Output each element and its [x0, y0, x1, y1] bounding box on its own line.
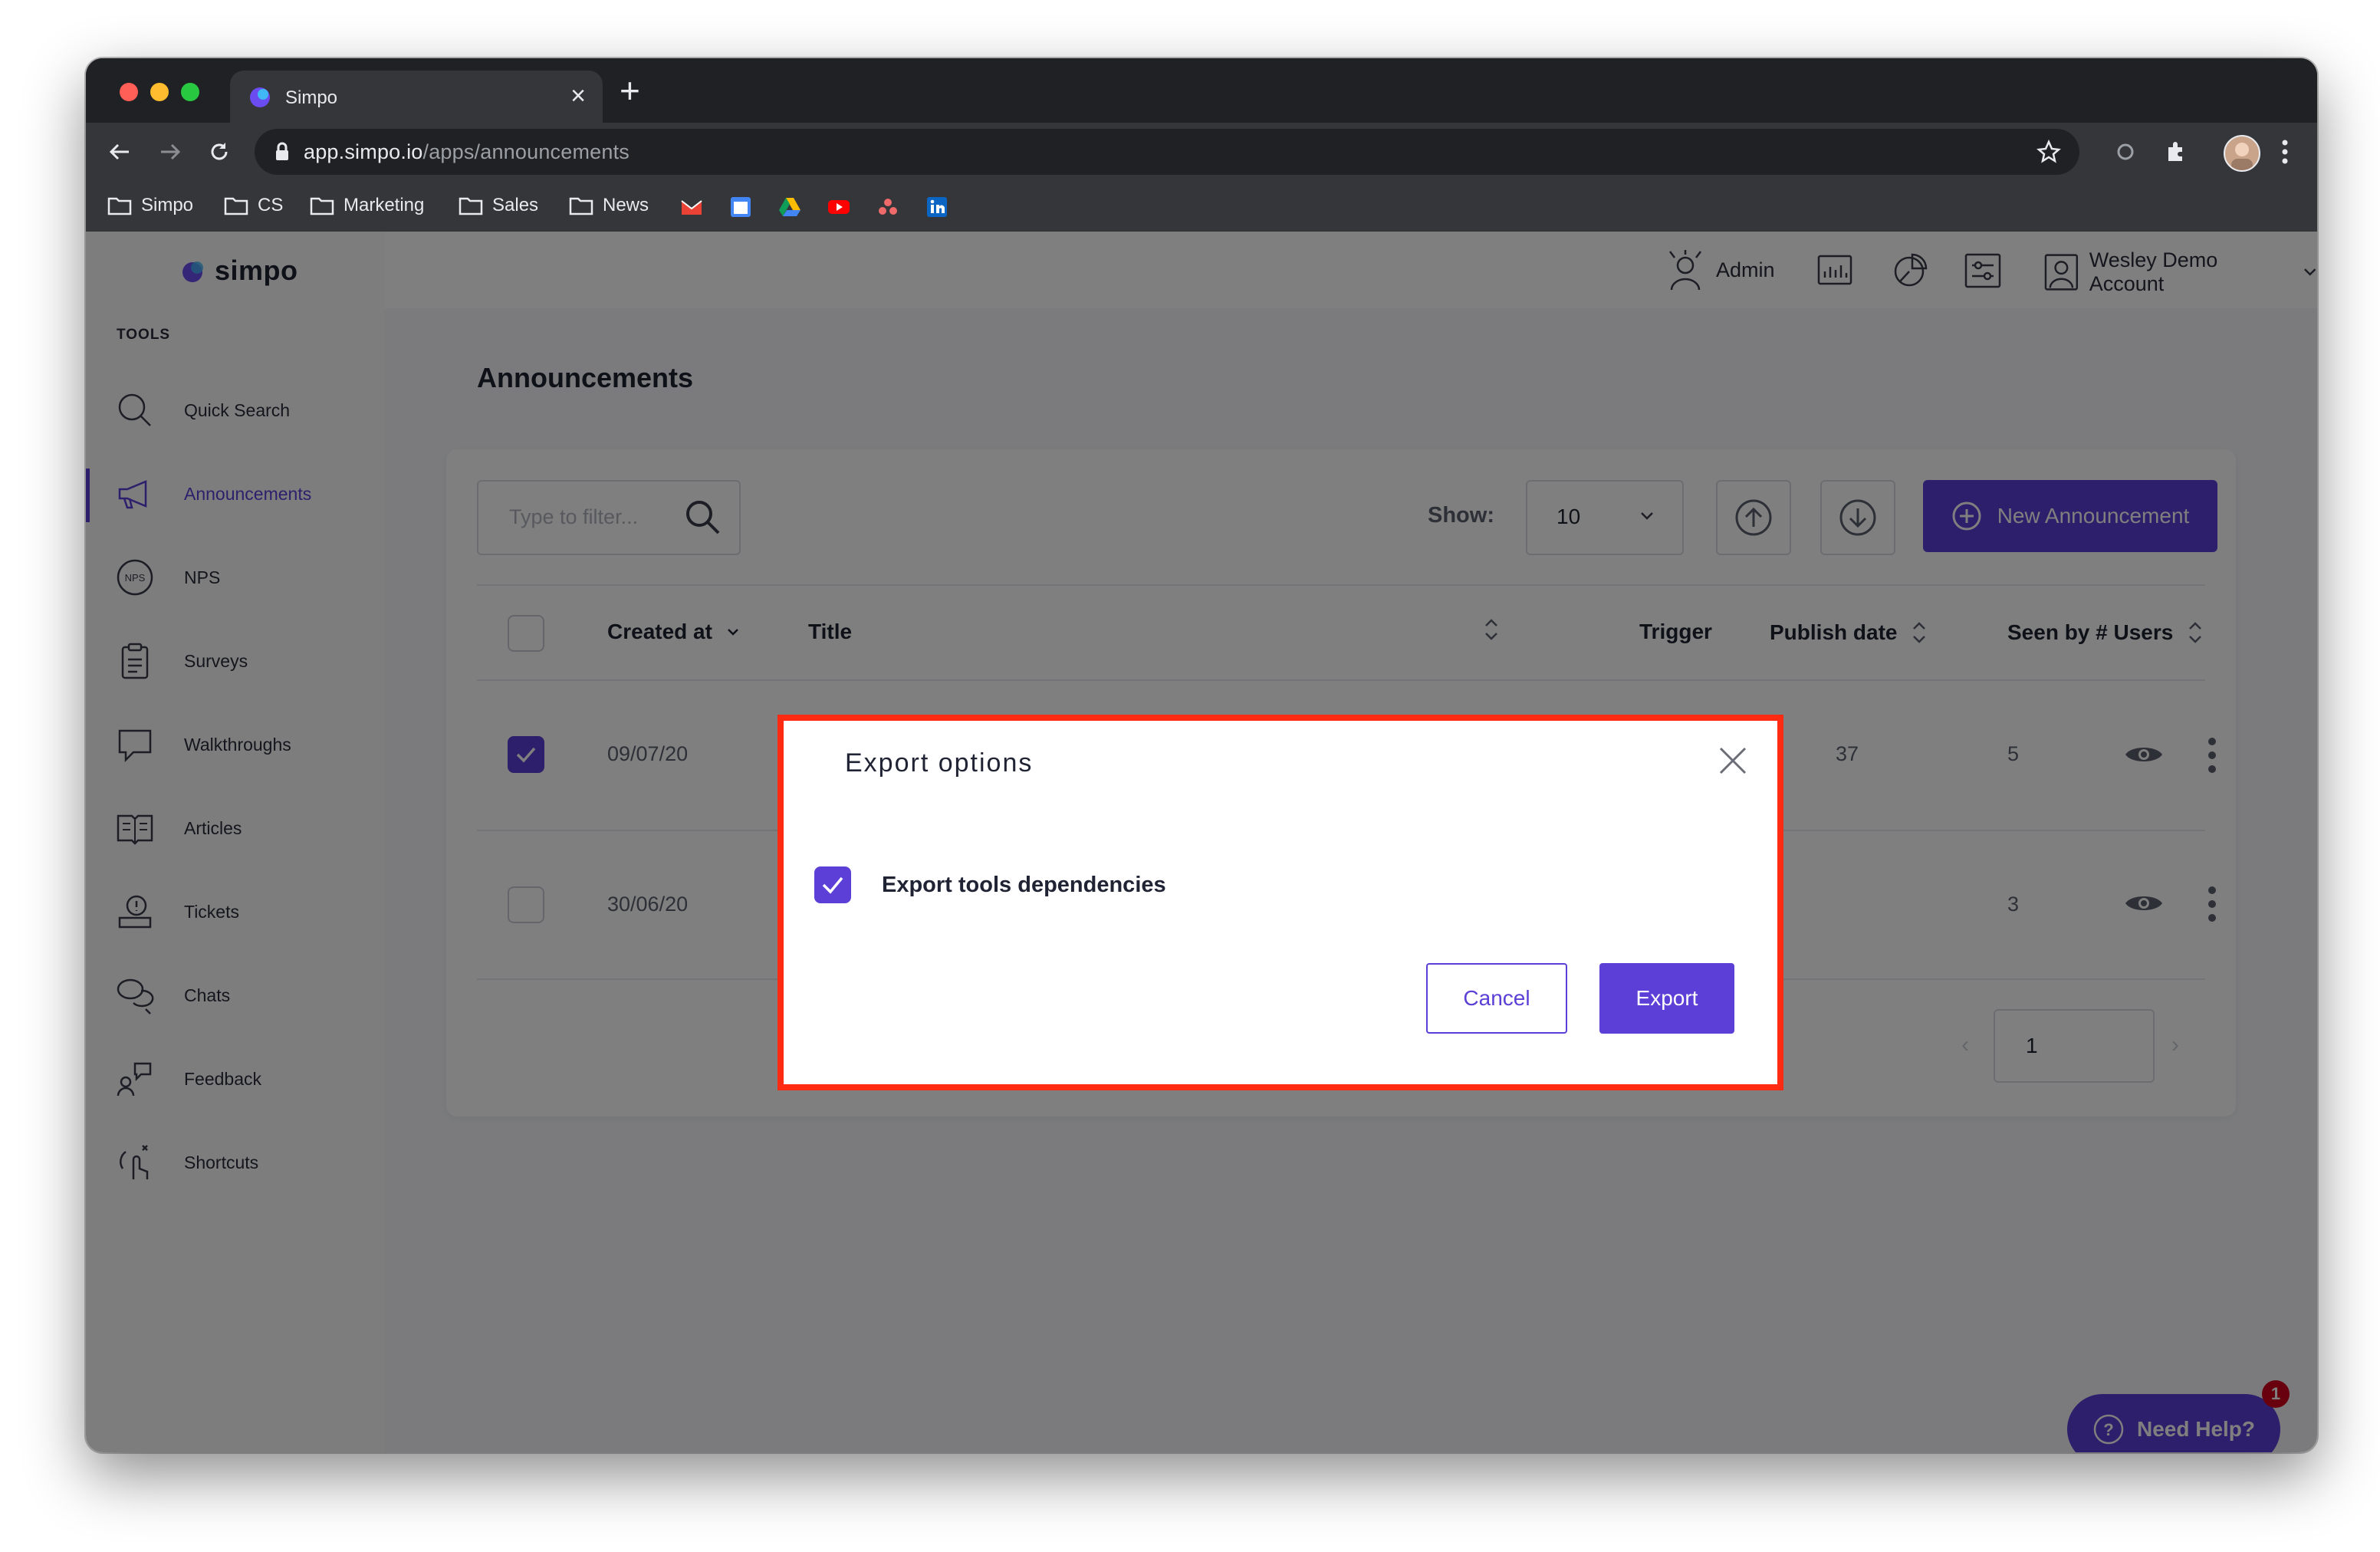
youtube-icon[interactable]: [827, 195, 851, 219]
export-options-dialog: Export options Export tools dependencies…: [777, 715, 1783, 1090]
url-text: app.simpo.io/apps/announcements: [304, 140, 630, 163]
bookmark-folder-news[interactable]: News: [569, 195, 649, 216]
bookmark-folder-simpo[interactable]: Simpo: [107, 195, 193, 216]
tab-close-icon[interactable]: ×: [570, 83, 586, 109]
folder-icon: [107, 197, 132, 215]
close-icon[interactable]: [1716, 744, 1750, 778]
new-tab-icon[interactable]: +: [620, 72, 640, 109]
reload-icon[interactable]: [201, 133, 238, 170]
extensions-icon[interactable]: [2156, 133, 2193, 170]
browser-tab[interactable]: Simpo ×: [230, 71, 603, 123]
profile-avatar[interactable]: [2224, 135, 2260, 172]
chrome-menu-icon[interactable]: [2267, 133, 2303, 170]
address-bar[interactable]: app.simpo.io/apps/announcements: [255, 129, 2079, 175]
bookmark-folder-sales[interactable]: Sales: [459, 195, 538, 216]
dialog-title: Export options: [845, 748, 1034, 778]
bookmark-folder-cs[interactable]: CS: [224, 195, 283, 216]
tab-title: Simpo: [285, 87, 338, 108]
cancel-button[interactable]: Cancel: [1426, 963, 1567, 1034]
export-dependencies-checkbox[interactable]: [814, 866, 851, 903]
maximize-window-button[interactable]: [181, 83, 199, 101]
linkedin-icon[interactable]: [925, 195, 949, 219]
simpo-favicon-icon: [250, 87, 270, 107]
browser-window: Simpo × + app.simpo.io/apps/announcement…: [86, 58, 2317, 1452]
browser-toolbar: app.simpo.io/apps/announcements: [86, 123, 2317, 182]
lock-icon: [276, 142, 288, 160]
title-bar: Simpo × +: [86, 58, 2317, 123]
folder-icon: [569, 197, 593, 215]
gmail-icon[interactable]: [679, 195, 704, 219]
export-confirm-button[interactable]: Export: [1599, 963, 1734, 1034]
close-window-button[interactable]: [120, 83, 138, 101]
checkmark-icon: [822, 876, 843, 894]
bookmark-star-icon[interactable]: [2033, 136, 2064, 167]
folder-icon: [224, 197, 248, 215]
folder-icon: [310, 197, 334, 215]
forward-icon[interactable]: [152, 133, 189, 170]
back-icon[interactable]: [101, 133, 138, 170]
google-drive-icon[interactable]: [777, 195, 802, 219]
folder-icon: [459, 197, 483, 215]
bookmark-folder-marketing[interactable]: Marketing: [310, 195, 424, 216]
sync-icon[interactable]: [2107, 133, 2144, 170]
calendar-icon[interactable]: [728, 195, 753, 219]
export-dependencies-label[interactable]: Export tools dependencies: [882, 873, 1166, 898]
minimize-window-button[interactable]: [150, 83, 169, 101]
bookmarks-bar: Simpo CS Marketing Sales News: [86, 182, 2317, 233]
asana-icon[interactable]: [876, 195, 900, 219]
